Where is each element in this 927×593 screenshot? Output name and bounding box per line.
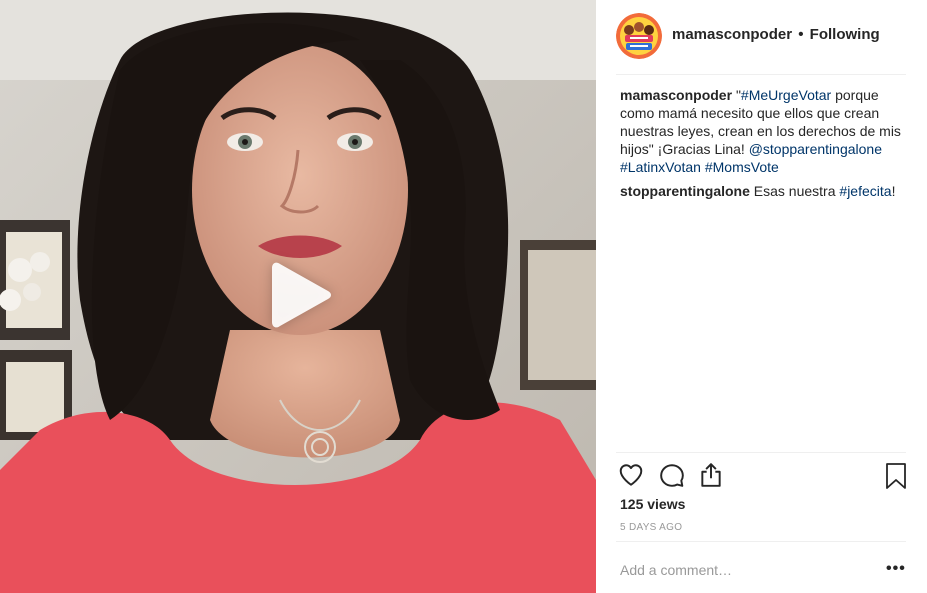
caption: mamasconpoder "#MeUrgeVotar porque como … [620, 86, 910, 176]
hashtag-link[interactable]: #MomsVote [705, 159, 779, 175]
post-header: mamasconpoder • Following [596, 0, 927, 74]
header-separator: • [798, 26, 804, 43]
play-icon [272, 262, 331, 328]
views-count[interactable]: 125 views [620, 496, 685, 512]
post-side-panel: mamasconpoder • Following mamasconpoder … [596, 0, 927, 593]
header-text: mamasconpoder • Following [672, 26, 880, 43]
comment-icon [660, 464, 684, 487]
comment-text: Esas nuestra #jefecita! [754, 183, 896, 199]
comment-list: mamasconpoder "#MeUrgeVotar porque como … [620, 86, 910, 206]
bookmark-icon [886, 463, 906, 489]
share-button[interactable] [698, 462, 726, 490]
following-button[interactable]: Following [810, 26, 880, 43]
hashtag-link[interactable]: #jefecita [839, 183, 891, 199]
comment-text-body: Esas nuestra [753, 183, 840, 199]
author-username[interactable]: mamasconpoder [672, 26, 792, 43]
list-item: stopparentingalone Esas nuestra #jefecit… [620, 182, 910, 200]
divider [616, 74, 906, 75]
comment-text-end: ! [891, 183, 896, 199]
share-icon [701, 463, 721, 487]
comment-input[interactable] [620, 559, 860, 581]
divider [616, 452, 906, 453]
avatar[interactable] [616, 13, 662, 59]
post-video[interactable] [0, 0, 596, 593]
hashtag-link[interactable]: #MeUrgeVotar [741, 87, 831, 103]
avatar-logo [616, 13, 662, 59]
heart-icon [619, 464, 643, 486]
save-button[interactable] [884, 462, 912, 490]
divider [616, 541, 906, 542]
more-options-button[interactable]: ••• [886, 560, 908, 580]
hashtag-link[interactable]: #LatinxVotan [620, 159, 701, 175]
play-button[interactable] [268, 262, 332, 328]
comment-username[interactable]: stopparentingalone [620, 183, 750, 199]
comment-button[interactable] [659, 462, 687, 490]
post-timestamp: 5 DAYS AGO [620, 522, 683, 533]
like-button[interactable] [618, 462, 646, 490]
mention-link[interactable]: @stopparentingalone [749, 141, 882, 157]
caption-username[interactable]: mamasconpoder [620, 87, 732, 103]
